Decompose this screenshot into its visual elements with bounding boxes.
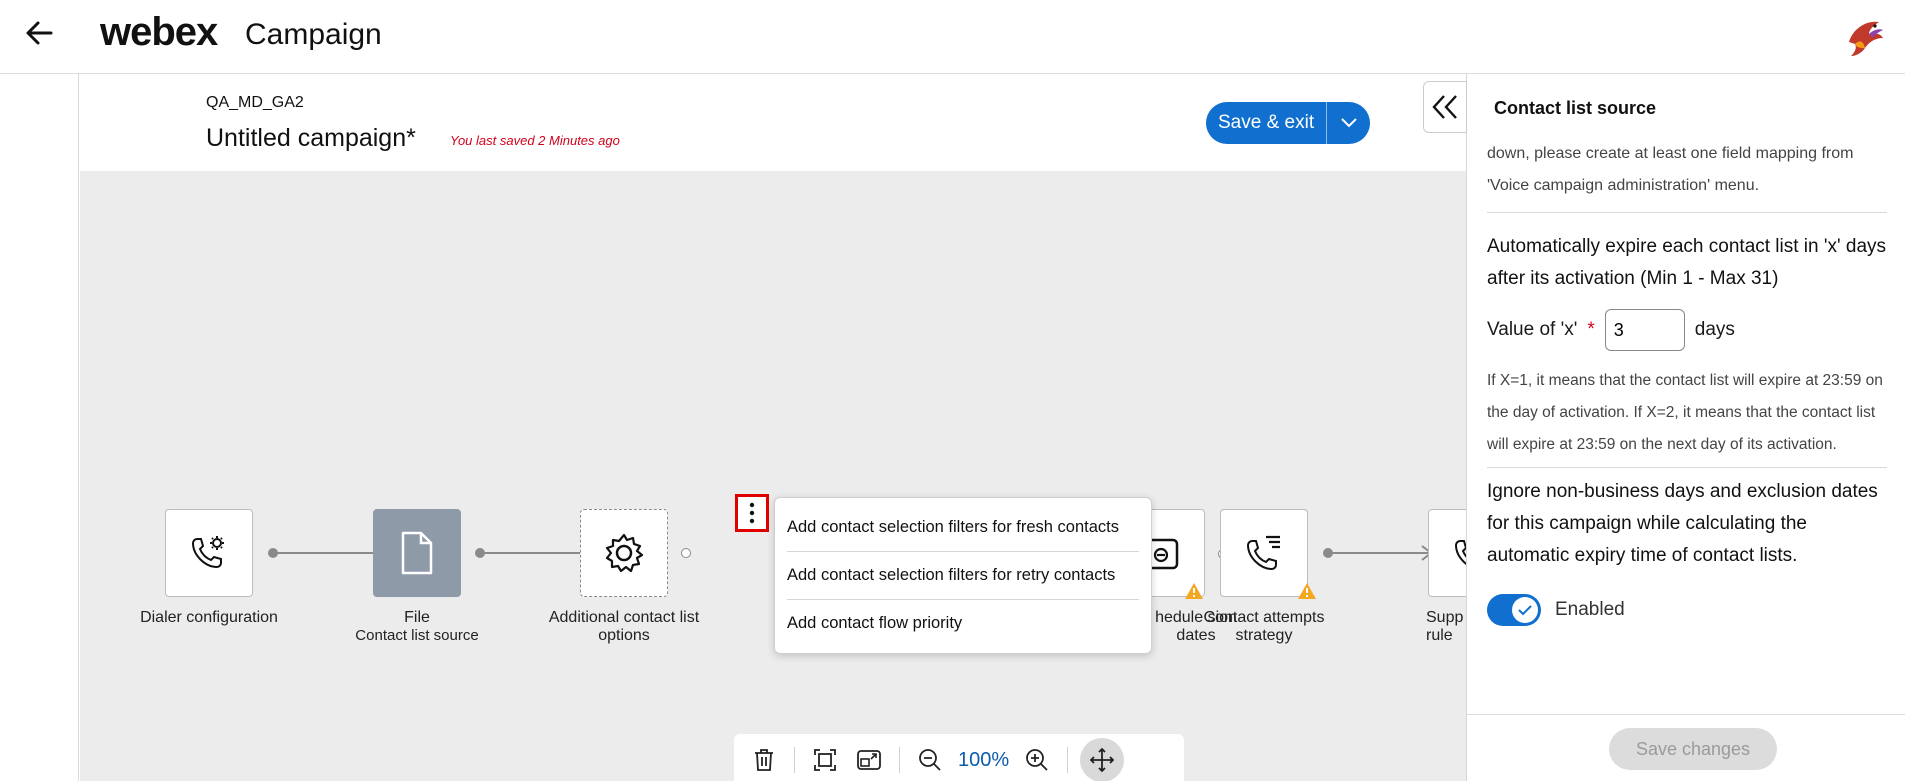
node-more-options-icon[interactable]: [735, 494, 769, 532]
enabled-toggle-row: Enabled: [1487, 594, 1887, 626]
field-mapping-note: down, please create at least one field m…: [1487, 146, 1854, 194]
campaign-title[interactable]: Untitled campaign*: [206, 124, 416, 153]
node-label-sub: Contact list source: [355, 627, 479, 644]
value-x-row: Value of 'x' * days: [1487, 309, 1887, 351]
connector-dot: [681, 548, 691, 558]
flow-canvas[interactable]: Dialer configuration File Contact list s…: [80, 171, 1466, 781]
suppression-rules-node[interactable]: [1428, 509, 1466, 597]
save-exit-group: Save & exit: [1206, 102, 1371, 144]
check-icon: [1512, 597, 1538, 623]
phone-list-icon: [1246, 535, 1280, 571]
value-x-input[interactable]: [1604, 309, 1685, 351]
team-name: QA_MD_GA2: [206, 94, 304, 111]
collapse-panel-icon[interactable]: [1423, 81, 1467, 133]
minimap-icon[interactable]: [847, 738, 891, 781]
warning-icon: [1298, 583, 1316, 599]
toolbar-divider: [794, 747, 795, 773]
divider: [1487, 212, 1887, 213]
node-label-title: File: [404, 609, 430, 626]
menu-item-retry-filters[interactable]: Add contact selection filters for retry …: [787, 552, 1139, 600]
dialer-configuration-node[interactable]: [165, 509, 253, 597]
save-exit-button[interactable]: Save & exit: [1206, 102, 1327, 144]
expiry-help-text: If X=1, it means that the contact list w…: [1487, 372, 1883, 453]
phone-gear-icon: [191, 536, 224, 569]
product-name: Campaign: [245, 18, 382, 51]
enabled-toggle[interactable]: [1487, 594, 1541, 626]
last-saved-note: You last saved 2 Minutes ago: [450, 133, 620, 148]
toolbar-divider: [899, 747, 900, 773]
pan-move-icon[interactable]: [1080, 738, 1125, 781]
panel-body[interactable]: down, please create at least one field m…: [1487, 146, 1887, 706]
node-label: Additional contact list options: [548, 609, 700, 644]
canvas-toolbar: 100%: [734, 734, 1184, 781]
document-icon: [401, 531, 433, 575]
node-label: Contact attempts strategy: [1203, 609, 1325, 644]
required-asterisk: *: [1587, 319, 1595, 340]
panel-title: Contact list source: [1494, 98, 1657, 118]
toggle-label: Enabled: [1555, 599, 1625, 620]
gear-icon: [605, 533, 644, 573]
days-unit: days: [1694, 319, 1735, 340]
campaign-header: QA_MD_GA2 Untitled campaign* You last sa…: [80, 74, 1466, 171]
file-node[interactable]: [373, 509, 461, 597]
ignore-nonbusiness-label: Ignore non-business days and exclusion d…: [1487, 481, 1878, 566]
node-options-menu: Add contact selection filters for fresh …: [774, 497, 1152, 654]
menu-item-flow-priority[interactable]: Add contact flow priority: [787, 600, 1139, 647]
node-label: Supp rule: [1426, 609, 1464, 644]
fit-to-screen-icon[interactable]: [803, 738, 847, 781]
zoom-level: 100%: [958, 748, 1010, 771]
zoom-in-icon[interactable]: [1015, 738, 1059, 781]
warning-icon: [1185, 583, 1203, 599]
zoom-out-icon[interactable]: [908, 738, 952, 781]
contact-attempts-strategy-node[interactable]: [1220, 509, 1308, 597]
contact-list-source-panel: Contact list source down, please create …: [1466, 74, 1905, 781]
back-arrow-icon[interactable]: [20, 14, 58, 52]
menu-item-fresh-filters[interactable]: Add contact selection filters for fresh …: [787, 504, 1139, 552]
panel-footer: Save changes: [1467, 714, 1905, 781]
top-header: webex Campaign: [0, 0, 1905, 74]
phone-icon: [1454, 540, 1466, 565]
toolbar-divider: [1067, 747, 1069, 773]
auto-expire-label: Automatically expire each contact list i…: [1487, 236, 1887, 289]
additional-options-node[interactable]: [580, 509, 668, 597]
save-options-chevron-icon[interactable]: [1326, 102, 1371, 144]
bird-logo-icon: [1839, 12, 1887, 60]
connector-line: [1330, 552, 1430, 554]
divider: [1487, 467, 1887, 468]
left-rail: [0, 74, 79, 781]
node-label: File Contact list source: [337, 609, 497, 645]
brand-logo-text: webex: [100, 10, 218, 54]
value-x-label: Value of 'x': [1487, 319, 1578, 340]
node-label: Dialer configuration: [140, 609, 278, 626]
trash-icon[interactable]: [742, 738, 786, 781]
save-changes-button[interactable]: Save changes: [1609, 728, 1777, 770]
